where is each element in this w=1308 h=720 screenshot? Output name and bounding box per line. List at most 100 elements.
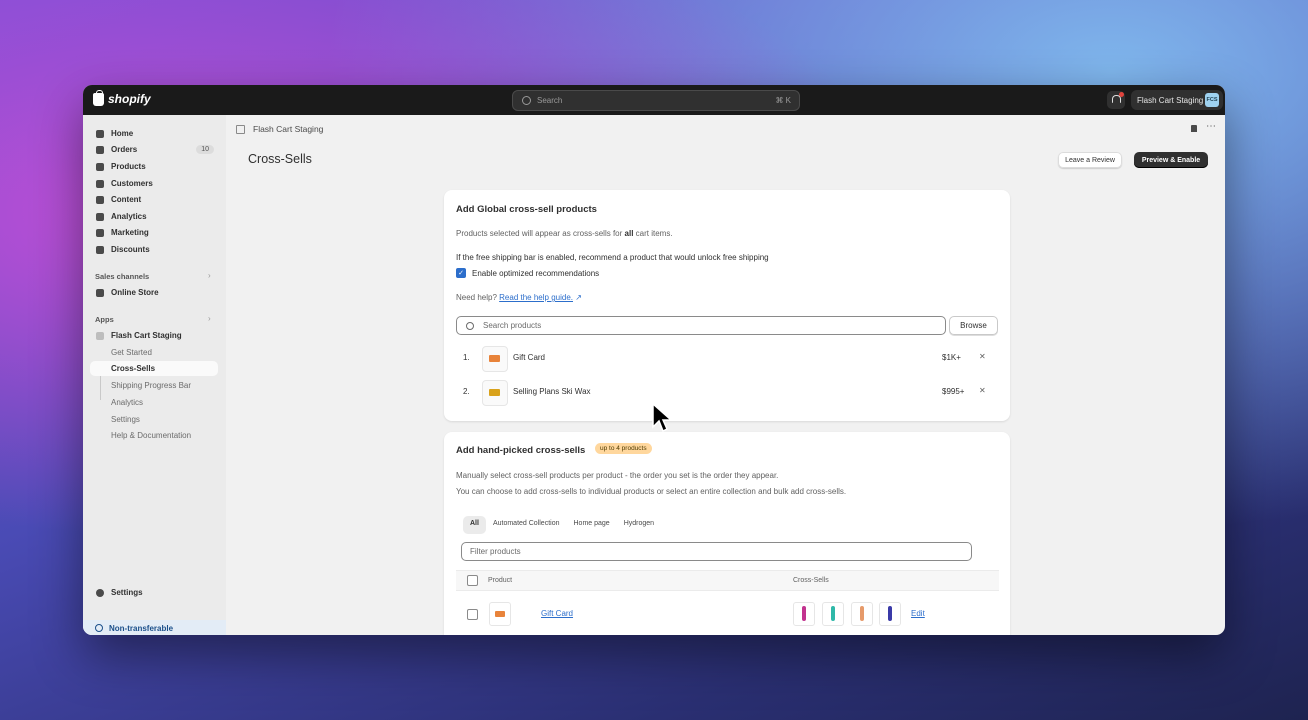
product-name: Selling Plans Ski Wax xyxy=(513,387,591,396)
cross-sell-thumbnail xyxy=(822,602,844,626)
chevron-right-icon[interactable]: › xyxy=(208,314,211,323)
remove-icon[interactable]: ✕ xyxy=(979,352,986,361)
home-icon xyxy=(96,129,104,138)
preview-enable-button[interactable]: Preview & Enable xyxy=(1134,152,1208,168)
sidebar: Home Orders 10 Products Customers Content… xyxy=(83,115,226,635)
sales-channels-label[interactable]: Sales channels xyxy=(95,272,149,281)
sidebar-item-content[interactable]: Content xyxy=(90,192,218,207)
global-cross-sell-card: Add Global cross-sell products Products … xyxy=(444,190,1010,421)
store-icon xyxy=(96,288,104,297)
sidebar-item-discounts[interactable]: Discounts xyxy=(90,242,218,257)
edit-link[interactable]: Edit xyxy=(911,609,925,618)
app-window: shopify Search ⌘ K Flash Cart Staging FC… xyxy=(83,85,1225,635)
limit-badge: up to 4 products xyxy=(595,443,652,454)
desc-suffix: cart items. xyxy=(633,229,673,238)
breadcrumb[interactable]: Flash Cart Staging xyxy=(236,124,323,134)
tab-home-page[interactable]: Home page xyxy=(567,516,617,534)
snowboard-image xyxy=(888,606,892,621)
target-icon xyxy=(96,228,104,237)
sidebar-item-marketing[interactable]: Marketing xyxy=(90,225,218,240)
app-grid-icon xyxy=(236,124,245,134)
external-link-icon[interactable]: ↗ xyxy=(573,293,582,302)
ski-wax-image xyxy=(489,389,500,396)
sidebar-item-customers[interactable]: Customers xyxy=(90,176,218,191)
product-thumbnail xyxy=(482,346,508,372)
sidebar-item-products[interactable]: Products xyxy=(90,159,218,174)
sidebar-item-settings[interactable]: Settings xyxy=(90,585,218,600)
chevron-right-icon[interactable]: › xyxy=(208,271,211,280)
non-transferable-label: Non-transferable xyxy=(109,623,174,633)
main-content: Flash Cart Staging ⋯ Cross-Sells Leave a… xyxy=(226,115,1225,635)
cross-sell-thumbnail xyxy=(851,602,873,626)
card-title: Add hand-picked cross-sells xyxy=(456,445,586,456)
app-icon xyxy=(96,331,104,340)
tab-automated-collection[interactable]: Automated Collection xyxy=(486,516,567,534)
handpicked-cross-sell-card: Add hand-picked cross-sells up to 4 prod… xyxy=(444,432,1010,635)
mouse-cursor-icon xyxy=(652,403,673,433)
top-bar: shopify Search ⌘ K Flash Cart Staging FC… xyxy=(83,85,1225,115)
column-cross-sells: Cross-Sells xyxy=(793,577,829,584)
filter-products-input[interactable]: Filter products xyxy=(461,542,972,561)
product-thumbnail xyxy=(482,380,508,406)
sidebar-item-online-store[interactable]: Online Store xyxy=(90,285,218,300)
row-checkbox[interactable] xyxy=(467,609,478,620)
desc-prefix: Products selected will appear as cross-s… xyxy=(456,229,625,238)
shopify-bag-icon xyxy=(93,89,104,106)
sidebar-sub-analytics[interactable]: Analytics xyxy=(111,395,143,410)
sidebar-item-label: Products xyxy=(111,162,146,171)
store-menu[interactable]: Flash Cart Staging FCS xyxy=(1131,90,1223,110)
info-icon xyxy=(95,624,103,632)
product-number: 2. xyxy=(463,387,470,396)
sidebar-item-label: Content xyxy=(111,195,142,204)
sidebar-item-app[interactable]: Flash Cart Staging xyxy=(90,328,218,343)
table-row: Gift Card Edit xyxy=(456,600,999,628)
checkbox-label[interactable]: Enable optimized recommendations xyxy=(472,269,599,278)
product-price: $1K+ xyxy=(942,353,961,362)
sidebar-item-analytics[interactable]: Analytics xyxy=(90,209,218,224)
sidebar-sub-settings[interactable]: Settings xyxy=(111,412,140,427)
sidebar-item-label: Marketing xyxy=(111,228,149,237)
global-search[interactable]: Search ⌘ K xyxy=(512,90,800,111)
non-transferable-banner[interactable]: Non-transferable xyxy=(83,620,226,635)
chart-icon xyxy=(96,212,104,221)
pin-icon[interactable] xyxy=(1191,125,1197,132)
product-row: 1. Gift Card $1K+ ✕ xyxy=(456,344,1000,372)
table-header: Product Cross-Sells xyxy=(456,570,999,591)
gift-card-image xyxy=(489,355,500,362)
search-products-input[interactable]: Search products xyxy=(456,316,946,335)
more-horizontal-icon[interactable]: ⋯ xyxy=(1206,121,1216,132)
sidebar-item-orders[interactable]: Orders 10 xyxy=(90,142,218,157)
remove-icon[interactable]: ✕ xyxy=(979,386,986,395)
collection-tabs: All Automated Collection Home page Hydro… xyxy=(463,516,661,534)
tab-hydrogen[interactable]: Hydrogen xyxy=(617,516,661,534)
shopify-logo[interactable]: shopify xyxy=(93,89,151,106)
apps-label[interactable]: Apps xyxy=(95,315,114,324)
sidebar-item-label: Orders xyxy=(111,145,138,154)
sidebar-sub-shipping-bar[interactable]: Shipping Progress Bar xyxy=(111,378,191,393)
tab-all[interactable]: All xyxy=(463,516,486,534)
handpicked-desc-2: You can choose to add cross-sells to ind… xyxy=(456,487,847,496)
product-thumbnail xyxy=(489,602,511,626)
notifications-button[interactable] xyxy=(1107,91,1125,109)
sidebar-sub-help[interactable]: Help & Documentation xyxy=(111,428,191,443)
select-all-checkbox[interactable] xyxy=(467,575,478,586)
brand-name: shopify xyxy=(108,92,151,106)
sidebar-item-label: Analytics xyxy=(111,212,147,221)
browse-button[interactable]: Browse xyxy=(949,316,998,335)
product-link[interactable]: Gift Card xyxy=(541,609,573,618)
sidebar-item-label: Home xyxy=(111,129,134,138)
content-icon xyxy=(96,195,104,204)
search-shortcut: ⌘ K xyxy=(775,96,791,105)
leave-review-button[interactable]: Leave a Review xyxy=(1058,152,1122,168)
gear-icon xyxy=(96,588,104,597)
sidebar-sub-cross-sells[interactable]: Cross-Sells xyxy=(111,361,155,376)
help-guide-link[interactable]: Read the help guide. xyxy=(499,293,573,302)
product-price: $995+ xyxy=(942,387,965,396)
optimized-recommendations-checkbox[interactable]: ✓ xyxy=(456,268,466,278)
search-placeholder: Search xyxy=(537,96,563,105)
snowboard-image xyxy=(831,606,835,621)
sidebar-item-home[interactable]: Home xyxy=(90,126,218,141)
sidebar-sub-get-started[interactable]: Get Started xyxy=(111,345,152,360)
search-icon xyxy=(466,321,474,330)
sidebar-item-label: Customers xyxy=(111,179,153,188)
